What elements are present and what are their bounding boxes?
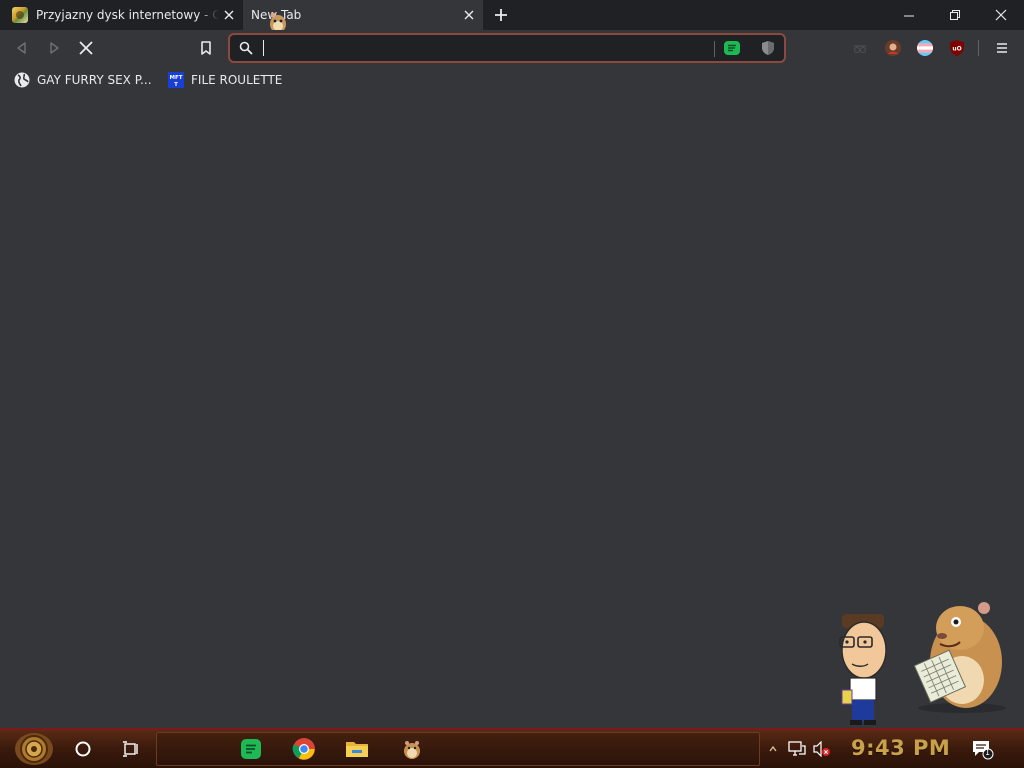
new-tab-button[interactable] [488, 3, 514, 27]
taskbar-app-chrome[interactable] [289, 734, 319, 764]
bookmarks-bar: GAY FURRY SEX P... MFT T FILE ROULETTE [0, 66, 1024, 94]
avatar-icon[interactable] [885, 40, 901, 56]
globe-icon [14, 72, 30, 88]
bookmark-item[interactable]: MFT T FILE ROULETTE [168, 71, 282, 89]
tab-title: Przyjazny dysk internetowy - Chomikuj.pl [36, 8, 219, 22]
volume-muted-icon[interactable] [812, 741, 832, 757]
tab-close-icon[interactable] [219, 5, 239, 25]
bookmark-button[interactable] [192, 34, 220, 62]
svg-text:MFT: MFT [170, 75, 183, 81]
taskbar-app-file-explorer[interactable] [342, 734, 372, 764]
address-bar[interactable] [228, 33, 786, 63]
hamster-icon [404, 741, 420, 759]
file-explorer-icon [346, 742, 368, 757]
bookmark-icon [201, 41, 211, 55]
forward-button[interactable] [40, 34, 68, 62]
minimize-icon [903, 15, 914, 16]
search-icon [239, 41, 253, 55]
restore-button[interactable] [932, 0, 978, 30]
omnibox-divider [714, 41, 715, 57]
menu-button[interactable] [988, 34, 1016, 62]
notification-count: 1 [985, 748, 991, 757]
task-view-icon [123, 741, 138, 757]
chrome-icon [292, 738, 315, 760]
cortana-button[interactable] [68, 734, 98, 764]
start-button[interactable] [10, 732, 58, 766]
network-icon[interactable] [788, 741, 806, 757]
svg-text:T: T [174, 82, 178, 88]
tab-close-icon[interactable] [459, 5, 479, 25]
address-input[interactable] [264, 38, 704, 58]
mft-icon: MFTT [168, 72, 184, 88]
stop-icon [79, 41, 93, 55]
steampunk-gear-icon [15, 733, 53, 765]
show-hidden-icons-chevron-icon[interactable] [768, 744, 778, 754]
chomikuj-favicon-icon [12, 7, 28, 23]
bookmark-item[interactable]: GAY FURRY SEX P... [14, 71, 152, 89]
close-window-button[interactable] [978, 0, 1024, 30]
shield-icon[interactable] [760, 40, 776, 56]
action-center-icon[interactable] [972, 740, 994, 760]
clock[interactable]: 9:43 PM [851, 736, 950, 760]
hamster-mascot-icon [913, 602, 1006, 713]
bookmark-label: FILE ROULETTE [191, 73, 283, 87]
minimize-button[interactable] [886, 0, 932, 30]
incognito-icon[interactable] [852, 40, 868, 56]
stop-loading-button[interactable] [72, 34, 100, 62]
ublock-icon[interactable]: uO [949, 40, 965, 56]
taskbar-app-spotify[interactable] [236, 734, 266, 764]
restore-icon [949, 9, 960, 20]
hamburger-menu-icon [997, 43, 1007, 53]
toolbar-divider [978, 40, 979, 56]
bookmark-label: GAY FURRY SEX P... [37, 73, 152, 87]
browser-toolbar: uO [0, 30, 1024, 66]
tab-strip: Przyjazny dysk internetowy - Chomikuj.pl… [0, 0, 1024, 33]
task-view-button[interactable] [116, 734, 146, 764]
back-button[interactable] [8, 34, 36, 62]
spotify-icon[interactable] [724, 40, 740, 56]
taskbar: 1 9:43 PM [0, 728, 1024, 768]
taskbar-app-hamster[interactable] [397, 734, 427, 764]
spotify-icon [241, 739, 261, 759]
forward-arrow-icon [50, 42, 59, 54]
new-tab-page [0, 94, 1024, 728]
trans-flag-icon[interactable] [917, 40, 933, 56]
svg-text:uO: uO [952, 46, 961, 53]
plus-icon [495, 9, 507, 21]
back-arrow-icon [17, 42, 26, 54]
close-icon [995, 9, 1007, 21]
tab-chomikuj[interactable]: Przyjazny dysk internetowy - Chomikuj.pl [0, 0, 243, 30]
cartoon-man-mascot-icon [839, 614, 887, 725]
cortana-circle-icon [75, 741, 91, 757]
